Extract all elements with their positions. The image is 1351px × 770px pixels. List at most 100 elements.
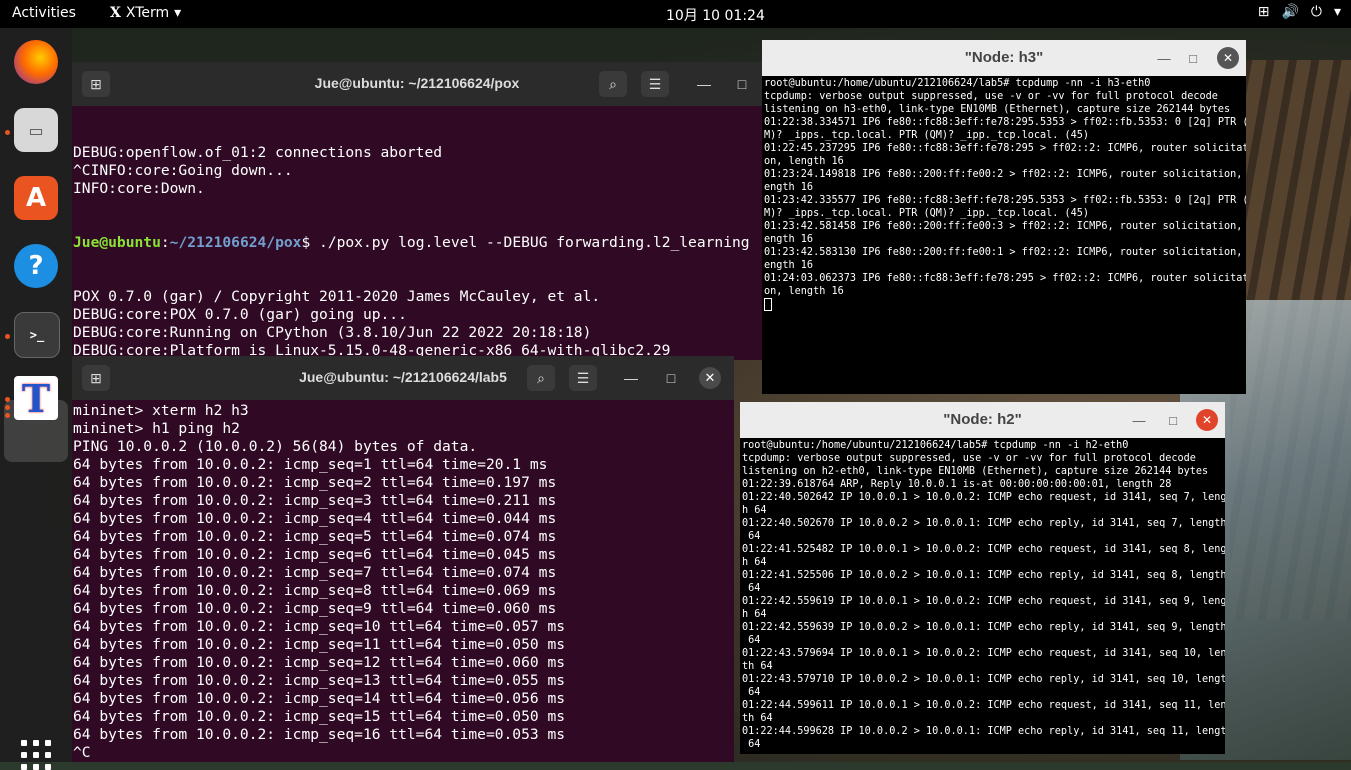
terminal-line: INFO:core:Down.: [73, 180, 205, 197]
network-icon[interactable]: ⊞: [1258, 4, 1270, 20]
terminal-line: 64 bytes from 10.0.0.2: icmp_seq=7 ttl=6…: [73, 564, 557, 581]
pox-terminal-output[interactable]: DEBUG:openflow.of_01:2 connections abort…: [72, 106, 762, 360]
terminal-line: 64 bytes from 10.0.0.2: icmp_seq=9 ttl=6…: [73, 600, 557, 617]
terminal-line: DEBUG:openflow.of_01:2 connections abort…: [73, 144, 443, 161]
terminal-cursor-line: [764, 298, 1246, 312]
h2-xterm-titlebar[interactable]: "Node: h2" — □ ✕: [740, 402, 1225, 438]
maximize-icon[interactable]: □: [1163, 410, 1183, 430]
xterm-icon[interactable]: T: [14, 376, 58, 421]
terminal-line: 64 bytes from 10.0.0.2: icmp_seq=15 ttl=…: [73, 708, 566, 725]
terminal-line: 64 bytes from 10.0.0.2: icmp_seq=2 ttl=6…: [73, 474, 557, 491]
minimize-icon[interactable]: —: [1154, 48, 1174, 68]
power-icon[interactable]: ⏻: [1311, 4, 1322, 20]
prompt-command: $ ./pox.py log.level --DEBUG forwarding.…: [301, 234, 750, 251]
h2-xterm-title: "Node: h2": [943, 411, 1022, 428]
terminal-line: 64: [742, 635, 761, 646]
terminal-line: ^CINFO:core:Going down...: [73, 162, 293, 179]
terminal-line: h 64: [742, 609, 767, 620]
menu-icon[interactable]: ☰: [569, 365, 597, 391]
minimize-icon[interactable]: —: [621, 368, 641, 388]
prompt-path: ~/212106624/pox: [169, 234, 302, 251]
prompt-separator: :: [160, 234, 170, 251]
maximize-icon[interactable]: □: [1183, 48, 1203, 68]
help-icon[interactable]: ?: [14, 244, 58, 288]
running-indicator: [5, 397, 10, 402]
terminal-line: 64 bytes from 10.0.0.2: icmp_seq=5 ttl=6…: [73, 528, 557, 545]
terminal-line: ength 16: [764, 234, 814, 245]
terminal-line: 64 bytes from 10.0.0.2: icmp_seq=10 ttl=…: [73, 618, 566, 635]
terminal-line: 01:22:40.502670 IP 10.0.0.2 > 10.0.0.1: …: [742, 518, 1225, 529]
terminal-line: M)? _ipps._tcp.local. PTR (QM)? _ipp._tc…: [764, 130, 1090, 141]
terminal-line: th 64: [742, 661, 773, 672]
terminal-line: 64 bytes from 10.0.0.2: icmp_seq=4 ttl=6…: [73, 510, 557, 527]
terminal-line: 01:23:42.581458 IP6 fe80::200:ff:fe00:3 …: [764, 221, 1246, 232]
terminal-line: 01:22:44.599611 IP 10.0.0.1 > 10.0.0.2: …: [742, 700, 1225, 711]
terminal-line: tcpdump: verbose output suppressed, use …: [764, 91, 1218, 102]
text-cursor: [764, 298, 772, 311]
app-menu[interactable]: X XTerm ▾: [110, 5, 181, 21]
terminal-icon[interactable]: >_: [14, 312, 60, 358]
terminal-line: root@ubuntu:/home/ubuntu/212106624/lab5#…: [764, 78, 1151, 89]
files-icon[interactable]: ▭: [14, 108, 58, 152]
lab5-terminal-output[interactable]: mininet> xterm h2 h3 mininet> h1 ping h2 P…: [72, 400, 734, 762]
terminal-line: 64 bytes from 10.0.0.2: icmp_seq=14 ttl=…: [73, 690, 566, 707]
close-icon[interactable]: ✕: [1217, 47, 1239, 69]
terminal-line: tcpdump: verbose output suppressed, use …: [742, 453, 1196, 464]
software-icon[interactable]: A: [14, 176, 58, 220]
close-icon[interactable]: ✕: [699, 367, 721, 389]
terminal-line: h 64: [742, 505, 767, 516]
lab5-terminal-titlebar[interactable]: ⊞ Jue@ubuntu: ~/212106624/lab5 ⌕ ☰ — □ ✕: [72, 356, 734, 400]
terminal-line: 64 bytes from 10.0.0.2: icmp_seq=12 ttl=…: [73, 654, 566, 671]
terminal-line: 01:22:40.502642 IP 10.0.0.1 > 10.0.0.2: …: [742, 492, 1225, 503]
minimize-icon[interactable]: —: [1129, 410, 1149, 430]
h3-xterm-titlebar[interactable]: "Node: h3" — □ ✕: [762, 40, 1246, 76]
pox-terminal-titlebar[interactable]: ⊞ Jue@ubuntu: ~/212106624/pox ⌕ ☰ — □: [72, 62, 762, 106]
search-icon[interactable]: ⌕: [599, 71, 627, 97]
firefox-icon[interactable]: [14, 40, 58, 84]
terminal-line: DEBUG:core:POX 0.7.0 (gar) going up...: [73, 306, 407, 323]
terminal-line: 01:22:45.237295 IP6 fe80::fc88:3eff:fe78…: [764, 143, 1246, 154]
terminal-line: 01:22:43.579710 IP 10.0.0.2 > 10.0.0.1: …: [742, 674, 1225, 685]
menu-icon[interactable]: ☰: [641, 71, 669, 97]
system-tray[interactable]: ⊞ 🔊 ⏻ ▾: [1258, 4, 1341, 20]
terminal-line: h 64: [742, 557, 767, 568]
search-icon[interactable]: ⌕: [527, 365, 555, 391]
terminal-line: 01:22:41.525506 IP 10.0.0.2 > 10.0.0.1: …: [742, 570, 1225, 581]
pox-terminal-window[interactable]: ⊞ Jue@ubuntu: ~/212106624/pox ⌕ ☰ — □ DE…: [72, 62, 762, 360]
h2-xterm-window[interactable]: "Node: h2" — □ ✕ root@ubuntu:/home/ubunt…: [740, 402, 1225, 754]
terminal-line: 64 bytes from 10.0.0.2: icmp_seq=13 ttl=…: [73, 672, 566, 689]
close-icon[interactable]: ✕: [1196, 409, 1218, 431]
terminal-line: 01:22:42.559639 IP 10.0.0.2 > 10.0.0.1: …: [742, 622, 1225, 633]
volume-icon[interactable]: 🔊: [1281, 4, 1298, 20]
chevron-down-icon[interactable]: ▾: [1334, 4, 1341, 20]
maximize-icon[interactable]: □: [732, 74, 752, 94]
terminal-line: M)? _ipps._tcp.local. PTR (QM)? _ipp._tc…: [764, 208, 1090, 219]
running-indicator: [5, 334, 10, 339]
lab5-terminal-window[interactable]: ⊞ Jue@ubuntu: ~/212106624/lab5 ⌕ ☰ — □ ✕…: [72, 356, 734, 762]
h3-xterm-window[interactable]: "Node: h3" — □ ✕ root@ubuntu:/home/ubunt…: [762, 40, 1246, 394]
h2-xterm-output[interactable]: root@ubuntu:/home/ubuntu/212106624/lab5#…: [740, 438, 1225, 751]
terminal-line: 01:23:24.149818 IP6 fe80::200:ff:fe00:2 …: [764, 169, 1246, 180]
running-indicator: [5, 130, 10, 135]
activities-button[interactable]: Activities: [12, 5, 76, 21]
terminal-line: 01:22:42.559619 IP 10.0.0.1 > 10.0.0.2: …: [742, 596, 1225, 607]
prompt-user: Jue@ubuntu: [73, 234, 161, 251]
chevron-down-icon: ▾: [174, 5, 182, 21]
terminal-line: 01:22:43.579694 IP 10.0.0.1 > 10.0.0.2: …: [742, 648, 1225, 659]
terminal-line: 64 bytes from 10.0.0.2: icmp_seq=1 ttl=6…: [73, 456, 548, 473]
terminal-line: ength 16: [764, 260, 814, 271]
maximize-icon[interactable]: □: [661, 368, 681, 388]
terminal-line: 64 bytes from 10.0.0.2: icmp_seq=8 ttl=6…: [73, 582, 557, 599]
clock[interactable]: 10月 10 01:24: [666, 5, 765, 25]
terminal-line: 64 bytes from 10.0.0.2: icmp_seq=11 ttl=…: [73, 636, 566, 653]
terminal-line: 01:22:38.334571 IP6 fe80::fc88:3eff:fe78…: [764, 117, 1246, 128]
terminal-line: ength 16: [764, 182, 814, 193]
app-menu-label: XTerm: [125, 5, 170, 21]
terminal-line: DEBUG:core:Running on CPython (3.8.10/Ju…: [73, 324, 592, 341]
terminal-line: 64: [742, 687, 761, 698]
show-apps-icon[interactable]: [21, 740, 51, 770]
minimize-icon[interactable]: —: [694, 74, 714, 94]
terminal-line: POX 0.7.0 (gar) / Copyright 2011-2020 Ja…: [73, 288, 601, 305]
terminal-line: 64: [742, 583, 761, 594]
h3-xterm-output[interactable]: root@ubuntu:/home/ubuntu/212106624/lab5#…: [762, 76, 1246, 312]
